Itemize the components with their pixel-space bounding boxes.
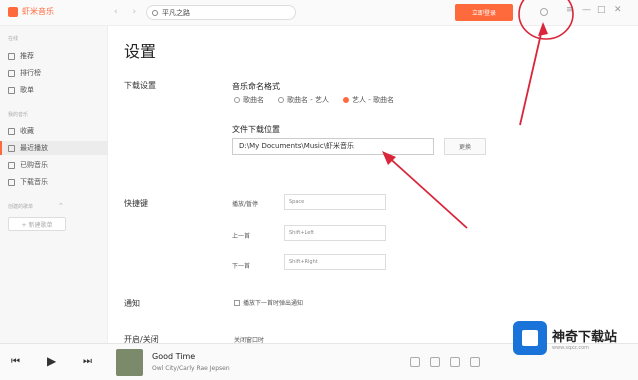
- search-icon: [152, 9, 158, 16]
- new-playlist-button[interactable]: + 新建歌单: [8, 217, 66, 231]
- hotkey-label-next: 下一首: [232, 263, 251, 270]
- radio-icon: [278, 97, 284, 103]
- radio-song-artist[interactable]: 歌曲名 - 艺人: [278, 95, 329, 105]
- collapse-chevron-icon[interactable]: ⌃: [58, 202, 64, 210]
- sidebar-item-downloads[interactable]: 下载音乐: [0, 175, 108, 189]
- watermark-logo-icon: [513, 321, 547, 355]
- download-path-field[interactable]: D:\My Documents\Music\虾米音乐: [232, 138, 434, 155]
- sidebar-item-label: 最近播放: [20, 144, 48, 152]
- radio-icon: [234, 97, 240, 103]
- previous-track-button[interactable]: ⏮: [11, 356, 20, 367]
- maximize-button[interactable]: □: [597, 5, 606, 15]
- sidebar-item-label: 推荐: [20, 52, 34, 60]
- history-icon: [8, 144, 15, 152]
- search-input[interactable]: 平凡之路: [162, 8, 190, 18]
- change-path-button[interactable]: 更换: [444, 138, 486, 155]
- hotkey-label-play-pause: 播放/暂停: [232, 201, 259, 208]
- share-icon[interactable]: [450, 357, 460, 367]
- settings-gear-icon[interactable]: [540, 8, 548, 16]
- watermark-url: www.sqxz.com: [552, 344, 590, 351]
- title-bar: 虾米音乐 ‹ › 平凡之路 立即登录 ≡ — □ ✕: [0, 0, 638, 26]
- next-track-button[interactable]: ⏭: [83, 356, 92, 367]
- sidebar-section-my-music: 我的音乐: [8, 112, 29, 118]
- sidebar-item-label: 下载音乐: [20, 178, 48, 186]
- download-settings-label: 下载设置: [124, 81, 156, 90]
- app-name: 虾米音乐: [22, 7, 54, 16]
- checkbox-icon: [234, 299, 240, 306]
- xiami-logo-icon: [8, 6, 18, 17]
- sidebar: 在线 推荐 排行榜 歌单 我的音乐 收藏 最近播放 已购音乐 下载音乐 创建的歌…: [0, 26, 108, 343]
- page-title: 设置: [124, 42, 157, 61]
- app-logo[interactable]: 虾米音乐: [8, 6, 54, 17]
- close-button[interactable]: ✕: [614, 5, 622, 15]
- notify-checkbox[interactable]: 播放下一首时弹出通知: [234, 298, 303, 307]
- trophy-icon: [8, 69, 15, 77]
- radio-artist-song[interactable]: 艺人 - 歌曲名: [342, 95, 394, 105]
- naming-format-title: 音乐命名格式: [232, 82, 280, 91]
- hotkey-input-play-pause[interactable]: Space: [284, 194, 386, 210]
- notify-label: 通知: [124, 299, 140, 308]
- naming-format-options: 歌曲名 歌曲名 - 艺人 艺人 - 歌曲名: [234, 95, 394, 105]
- download-icon: [8, 178, 15, 186]
- playlist-queue-icon[interactable]: [470, 357, 480, 367]
- sidebar-item-purchased[interactable]: 已购音乐: [0, 158, 108, 172]
- song-title: Good Time: [152, 352, 196, 361]
- radio-selected-icon: [342, 97, 349, 103]
- hotkeys-label: 快捷键: [124, 199, 148, 208]
- menu-icon[interactable]: ≡: [566, 5, 574, 15]
- watermark-text: 神奇下载站 www.sqxz.com: [552, 326, 617, 351]
- watermark-title: 神奇下载站: [552, 329, 618, 345]
- sidebar-item-recommend[interactable]: 推荐: [0, 49, 108, 63]
- sidebar-item-charts[interactable]: 排行榜: [0, 66, 108, 80]
- lyrics-icon[interactable]: [410, 357, 420, 367]
- sidebar-item-playlists[interactable]: 歌单: [0, 83, 108, 97]
- music-note-icon: [8, 52, 15, 60]
- radio-song-name[interactable]: 歌曲名: [234, 95, 264, 105]
- sidebar-section-created: 创建的歌单: [8, 204, 34, 210]
- sidebar-item-label: 收藏: [20, 127, 34, 135]
- song-artist[interactable]: Owl City/Carly Rae Jepsen: [152, 365, 230, 372]
- site-watermark: 神奇下载站 www.sqxz.com: [513, 320, 633, 356]
- hotkey-label-previous: 上一首: [232, 233, 251, 240]
- hotkey-input-next[interactable]: Shift+Right: [284, 254, 386, 270]
- sidebar-item-label: 排行榜: [20, 69, 41, 77]
- search-box[interactable]: 平凡之路: [146, 5, 296, 20]
- sidebar-item-recent[interactable]: 最近播放: [0, 141, 108, 155]
- hotkey-input-previous[interactable]: Shift+Left: [284, 225, 386, 241]
- login-button[interactable]: 立即登录: [455, 4, 513, 21]
- settings-panel: 设置 下载设置 音乐命名格式 歌曲名 歌曲名 - 艺人 艺人 - 歌曲名 文件下…: [108, 26, 638, 344]
- minimize-button[interactable]: —: [582, 5, 591, 15]
- download-location-title: 文件下载位置: [232, 125, 280, 134]
- sidebar-item-favorites[interactable]: 收藏: [0, 124, 108, 138]
- sidebar-section-online: 在线: [8, 36, 19, 42]
- album-cover[interactable]: [116, 349, 143, 376]
- nav-arrows[interactable]: ‹ ›: [114, 7, 142, 17]
- play-button[interactable]: ▶: [47, 354, 56, 368]
- cart-icon: [8, 161, 15, 169]
- playlist-icon: [8, 86, 15, 94]
- heart-icon: [8, 127, 15, 135]
- sidebar-item-label: 歌单: [20, 86, 34, 94]
- volume-icon[interactable]: [430, 357, 440, 367]
- sidebar-item-label: 已购音乐: [20, 161, 48, 169]
